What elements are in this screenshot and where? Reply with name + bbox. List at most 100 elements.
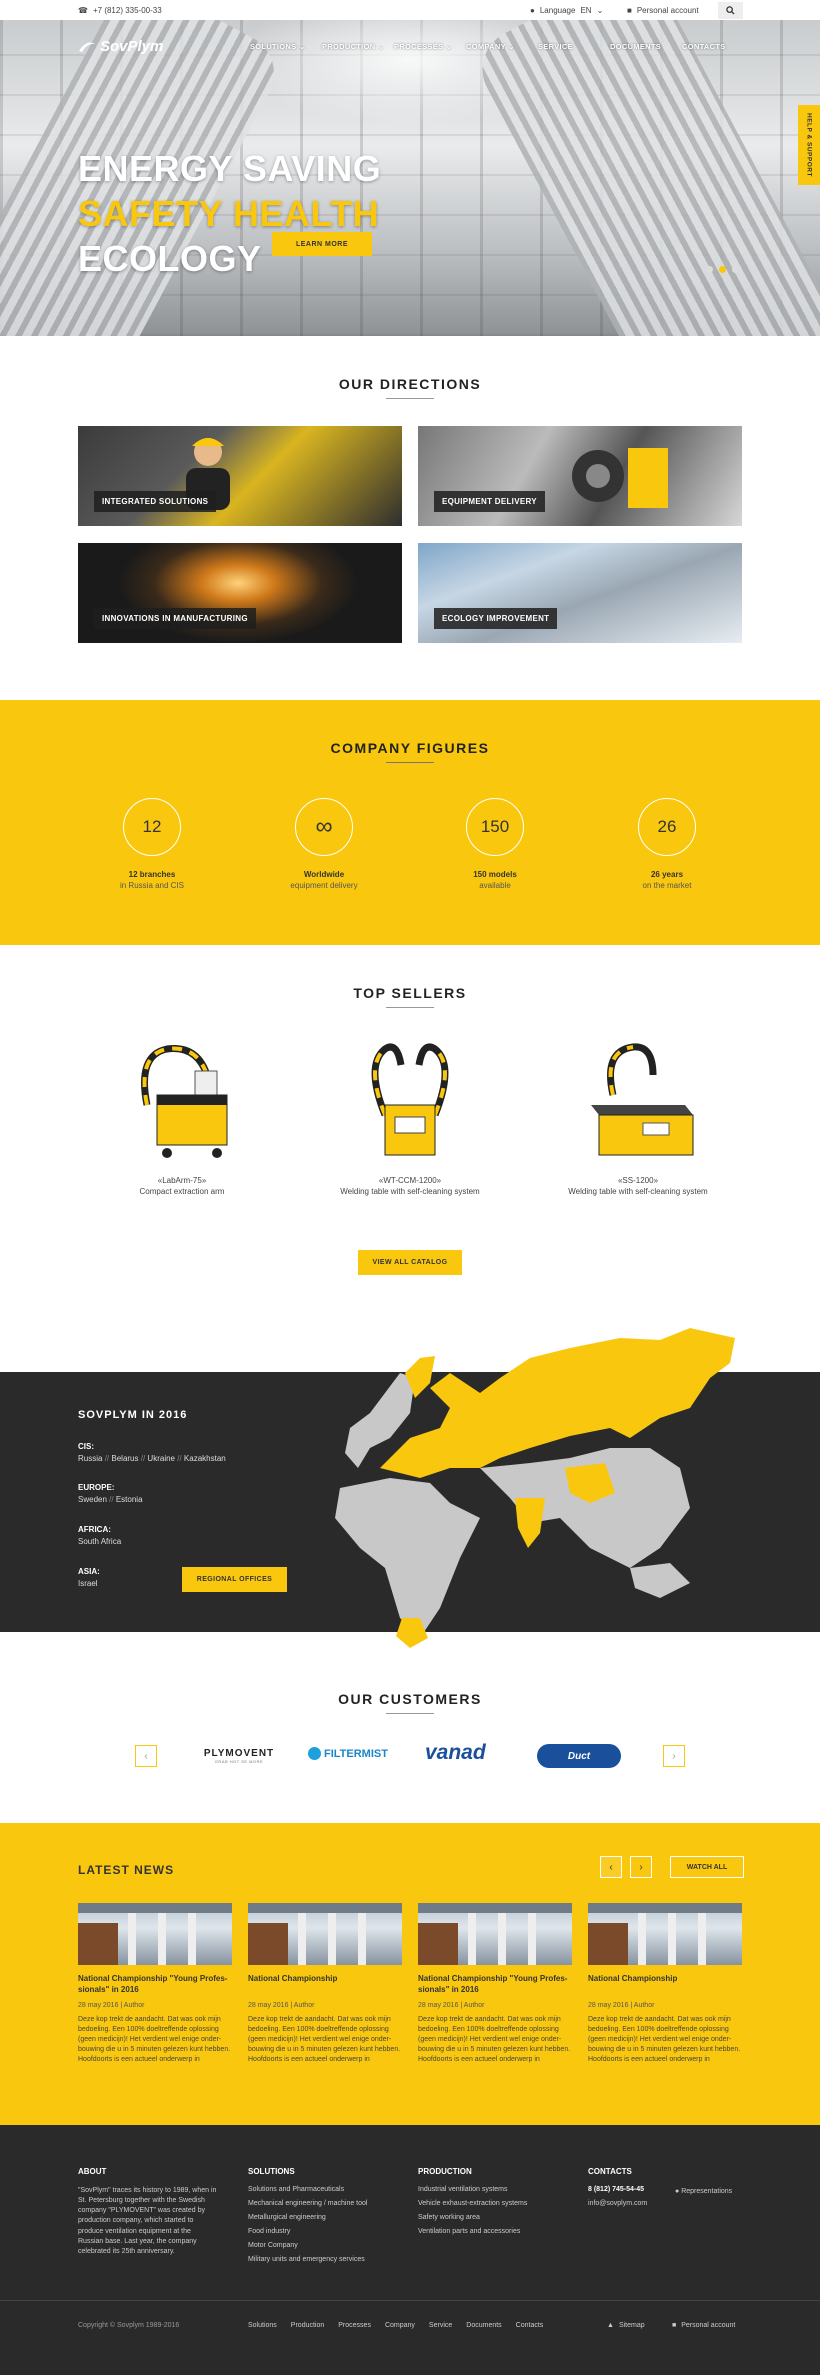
footer-bottom-link[interactable]: Solutions — [248, 2322, 277, 2329]
phone-link[interactable]: ☎ +7 (812) 335-00-33 — [78, 6, 162, 15]
learn-more-button[interactable]: LEARN MORE — [272, 232, 372, 256]
slider-dot[interactable] — [706, 266, 713, 273]
user-icon: ■ — [672, 2322, 677, 2329]
hero-line-3: ECOLOGY — [78, 238, 262, 279]
hero-line-2: SAFETY HEALTH — [78, 193, 380, 234]
nav-item-contacts[interactable]: Contacts — [682, 42, 754, 51]
world-map — [335, 1328, 735, 1648]
nav-item-company[interactable]: Company ⌄ — [466, 42, 538, 51]
footer-bottom-link[interactable]: Contacts — [516, 2322, 544, 2329]
footer-divider — [0, 2300, 820, 2301]
logo[interactable]: SovPlym — [78, 38, 163, 55]
nav-item-documents[interactable]: Documents — [610, 42, 682, 51]
footer-link[interactable]: Solutions and Pharmaceuticals — [248, 2186, 367, 2193]
customer-logo-duct[interactable]: Duct — [537, 1744, 621, 1768]
view-catalog-button[interactable]: VIEW ALL CATALOG — [358, 1250, 462, 1275]
help-support-tab[interactable]: HELP & SUPPORT — [798, 105, 820, 185]
news-image — [588, 1903, 742, 1965]
nav-item-processes[interactable]: Processes ⌄ — [394, 42, 466, 51]
customer-logo-plymovent[interactable]: PLYMOVENT GRAB HOT SE MORE — [198, 1748, 280, 1764]
figure-branches: 12 12 branches in Russia and CIS — [72, 798, 232, 890]
language-selector[interactable]: ● Language EN ⌄ — [530, 6, 603, 15]
region-cis: CIS: Russia // Belarus // Ukraine // Kaz… — [78, 1442, 226, 1463]
search-button[interactable] — [718, 2, 743, 19]
top-bar: ☎ +7 (812) 335-00-33 ● Language EN ⌄ ■ P… — [0, 0, 820, 20]
direction-card-integrated[interactable]: INTEGRATED SOLUTIONS — [78, 426, 402, 526]
news-card[interactable]: National Championship 28 may 2016 | Auth… — [588, 1903, 742, 2066]
nav-item-service[interactable]: Service — [538, 42, 610, 51]
footer-bottom-link[interactable]: Company — [385, 2322, 415, 2329]
filtermist-mark-icon — [308, 1747, 321, 1760]
directions-title: OUR DIRECTIONS — [338, 376, 482, 392]
nav-item-solutions[interactable]: Solutions ⌄ — [250, 42, 322, 51]
sitemap-link[interactable]: ▲ Sitemap — [607, 2322, 645, 2329]
product-image-ss1200 — [591, 1043, 694, 1156]
chevron-right-icon: › — [639, 1861, 643, 1873]
footer-email[interactable]: info@sovplym.com — [588, 2200, 647, 2207]
footer-link[interactable]: Vehicle exhaust-extraction systems — [418, 2200, 527, 2207]
main-nav: Solutions ⌄ Production ⌄ Processes ⌄ Com… — [250, 42, 754, 51]
map-india — [515, 1498, 545, 1548]
product-card-ss1200[interactable]: «SS-1200» Welding table with self-cleani… — [538, 1035, 738, 1196]
globe-icon: ● — [530, 6, 535, 15]
footer: ABOUT "SovPlym" traces its history to 19… — [0, 2125, 820, 2375]
chevron-left-icon: ‹ — [144, 1750, 148, 1762]
footer-account-link[interactable]: ■ Personal account — [672, 2322, 735, 2329]
hero-line-1: ENERGY SAVING — [78, 148, 382, 189]
customers-next-button[interactable]: › — [663, 1745, 685, 1767]
customer-logo-filtermist[interactable]: FILTERMIST — [308, 1747, 388, 1760]
news-prev-button[interactable]: ‹ — [600, 1856, 622, 1878]
footer-link[interactable]: Military units and emergency services — [248, 2256, 367, 2263]
divider — [386, 1007, 434, 1008]
direction-card-ecology[interactable]: ECOLOGY IMPROVEMENT — [418, 543, 742, 643]
footer-link[interactable]: Safety working area — [418, 2214, 527, 2221]
equipment-image — [572, 448, 668, 508]
footer-solutions: SOLUTIONS Solutions and Pharmaceuticals … — [248, 2167, 368, 2263]
news-card[interactable]: National Championship "Young Profes-sion… — [418, 1903, 572, 2065]
personal-account-link[interactable]: ■ Personal account — [627, 6, 699, 15]
product-card-wtccm[interactable]: «WT-CCM-1200» Welding table with self-cl… — [310, 1035, 510, 1196]
product-card-labarm[interactable]: «LabArm-75» Compact extraction arm — [82, 1035, 282, 1196]
chevron-right-icon: › — [672, 1750, 676, 1762]
product-image-wtccm — [371, 1043, 449, 1156]
footer-bottom-link[interactable]: Production — [291, 2322, 324, 2329]
regional-offices-button[interactable]: REGIONAL OFFICES — [182, 1567, 287, 1592]
footer-bottom-nav: Solutions Production Processes Company S… — [248, 2322, 543, 2329]
footer-link[interactable]: Food industry — [248, 2228, 367, 2235]
news-card[interactable]: National Championship "Young Profes-sion… — [78, 1903, 232, 2065]
direction-card-innovations[interactable]: INNOVATIONS IN MANUFACTURING — [78, 543, 402, 643]
chevron-down-icon: ⌄ — [596, 6, 604, 15]
news-next-button[interactable]: › — [630, 1856, 652, 1878]
hero-banner: SovPlym Solutions ⌄ Production ⌄ Process… — [0, 20, 820, 336]
footer-bottom-link[interactable]: Service — [429, 2322, 452, 2329]
footer-phone[interactable]: 8 (812) 745-54-45 — [588, 2186, 647, 2193]
sitemap-icon: ▲ — [607, 2322, 614, 2329]
footer-link[interactable]: Industrial ventilation systems — [418, 2186, 527, 2193]
nav-item-production[interactable]: Production ⌄ — [322, 42, 394, 51]
customer-logo-vanad[interactable]: vanad — [425, 1741, 486, 1765]
customers-prev-button[interactable]: ‹ — [135, 1745, 157, 1767]
representations-link[interactable]: ● Representations — [675, 2188, 732, 2195]
news-card[interactable]: National Championship 28 may 2016 | Auth… — [248, 1903, 402, 2066]
footer-link[interactable]: Mechanical engineering / machine tool — [248, 2200, 367, 2207]
slider-dot[interactable] — [732, 266, 739, 273]
map-africa — [335, 1478, 480, 1638]
footer-link[interactable]: Ventilation parts and accessories — [418, 2228, 527, 2235]
customers-title: OUR CUSTOMERS — [338, 1691, 482, 1707]
footer-about: ABOUT "SovPlym" traces its history to 19… — [78, 2167, 217, 2255]
region-africa: AFRICA: South Africa — [78, 1525, 122, 1546]
news-image — [78, 1903, 232, 1965]
figure-models: 150 150 models available — [415, 798, 575, 890]
footer-bottom-link[interactable]: Processes — [338, 2322, 371, 2329]
footer-link[interactable]: Motor Company — [248, 2242, 367, 2249]
footer-link[interactable]: Metallurgical engineering — [248, 2214, 367, 2221]
news-image — [248, 1903, 402, 1965]
figures-title: COMPANY FIGURES — [330, 740, 490, 756]
slider-dot-active[interactable] — [719, 266, 726, 273]
watch-all-button[interactable]: WATCH ALL — [670, 1856, 744, 1878]
map-indonesia — [630, 1563, 690, 1598]
top-sellers-title: TOP SELLERS — [353, 985, 467, 1001]
direction-card-delivery[interactable]: EQUIPMENT DELIVERY — [418, 426, 742, 526]
footer-bottom-link[interactable]: Documents — [466, 2322, 501, 2329]
duct-image-right — [468, 20, 820, 336]
